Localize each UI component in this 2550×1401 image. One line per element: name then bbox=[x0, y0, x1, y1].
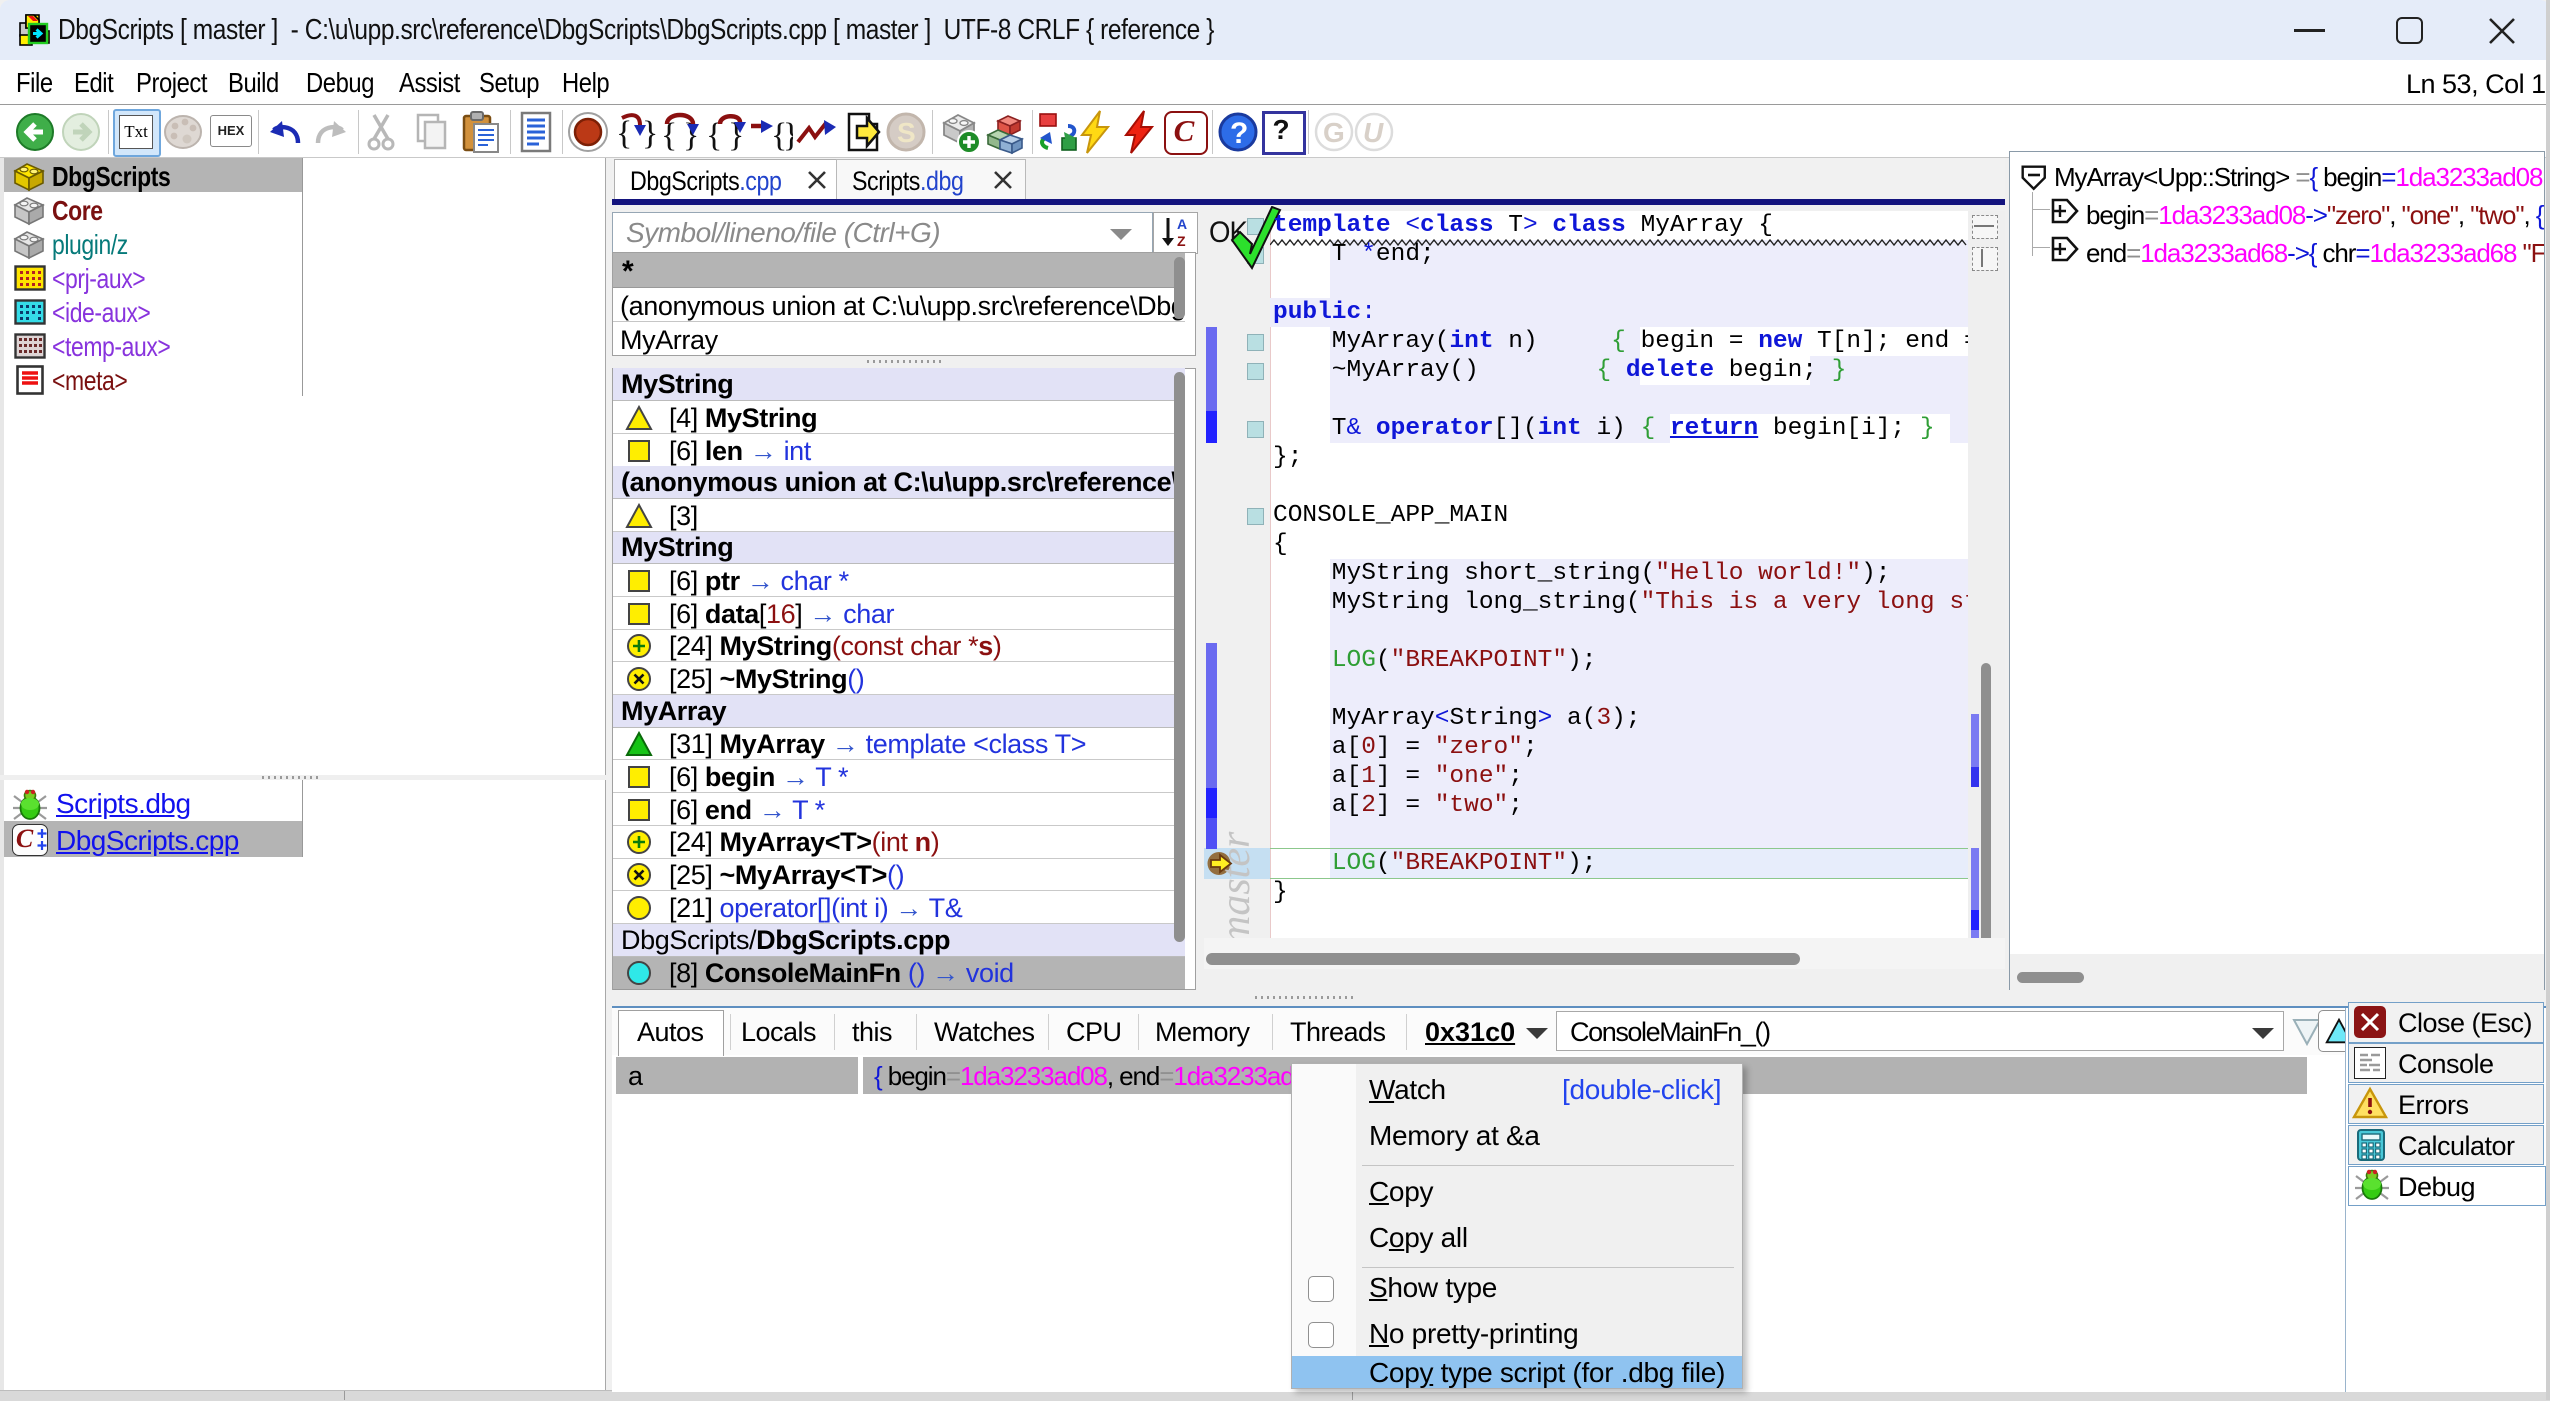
svg-text:S: S bbox=[897, 117, 916, 148]
svg-text:G: G bbox=[1323, 117, 1345, 148]
svg-text:A: A bbox=[1177, 216, 1187, 232]
svg-text:{: { bbox=[616, 115, 632, 152]
svg-text:Z: Z bbox=[1177, 233, 1186, 248]
svg-text:}: } bbox=[783, 117, 793, 154]
svg-text:U: U bbox=[1363, 117, 1384, 148]
svg-text:}: } bbox=[642, 115, 658, 152]
svg-text:?: ? bbox=[1230, 117, 1248, 150]
